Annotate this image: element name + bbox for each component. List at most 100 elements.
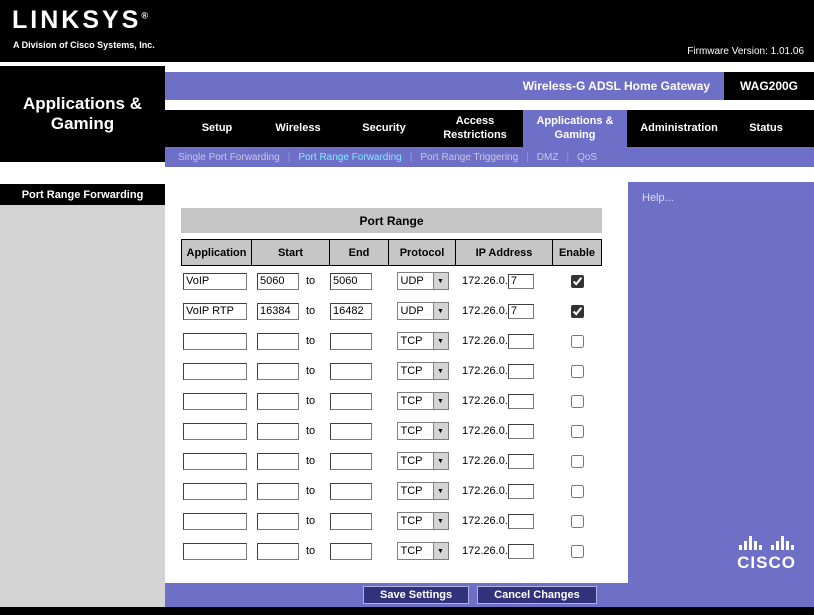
linksys-logo: LINKSYS®	[12, 6, 148, 35]
chevron-down-icon[interactable]: ▼	[433, 483, 448, 499]
ip-prefix-label: 172.26.0.	[462, 455, 508, 467]
save-settings-button[interactable]: Save Settings	[363, 586, 469, 604]
enable-checkbox[interactable]	[571, 485, 584, 498]
ip-suffix-input[interactable]	[508, 394, 534, 409]
application-input[interactable]	[183, 513, 247, 530]
tab-setup[interactable]: Setup	[179, 110, 255, 147]
enable-checkbox[interactable]	[571, 395, 584, 408]
ip-prefix-label: 172.26.0.	[462, 425, 508, 437]
protocol-select[interactable]: TCP ▼	[397, 392, 449, 410]
subtab-single-port-forwarding[interactable]: Single Port Forwarding	[178, 152, 280, 163]
end-port-input[interactable]	[330, 303, 372, 320]
cancel-changes-button[interactable]: Cancel Changes	[477, 586, 597, 604]
protocol-select[interactable]: UDP ▼	[397, 272, 449, 290]
end-port-input[interactable]	[330, 363, 372, 380]
to-label: to	[306, 275, 315, 287]
ip-suffix-input[interactable]	[508, 514, 534, 529]
ip-suffix-input[interactable]	[508, 484, 534, 499]
start-port-input[interactable]	[257, 303, 299, 320]
left-sidebar	[0, 205, 165, 607]
end-port-input[interactable]	[330, 513, 372, 530]
end-port-input[interactable]	[330, 423, 372, 440]
chevron-down-icon[interactable]: ▼	[433, 393, 448, 409]
enable-checkbox[interactable]	[571, 515, 584, 528]
start-port-input[interactable]	[257, 483, 299, 500]
protocol-select[interactable]: UDP ▼	[397, 302, 449, 320]
subtab-qos[interactable]: QoS	[577, 152, 597, 163]
end-port-input[interactable]	[330, 333, 372, 350]
chevron-down-icon[interactable]: ▼	[433, 423, 448, 439]
protocol-select[interactable]: TCP ▼	[397, 422, 449, 440]
chevron-down-icon[interactable]: ▼	[433, 333, 448, 349]
end-port-input[interactable]	[330, 453, 372, 470]
enable-checkbox[interactable]	[571, 545, 584, 558]
help-link[interactable]: Help...	[642, 192, 674, 204]
start-port-input[interactable]	[257, 453, 299, 470]
ip-suffix-input[interactable]	[508, 454, 534, 469]
application-input[interactable]	[183, 483, 247, 500]
tab-access-restrictions[interactable]: Access Restrictions	[427, 110, 523, 147]
application-input[interactable]	[183, 423, 247, 440]
protocol-select[interactable]: TCP ▼	[397, 542, 449, 560]
top-header: LINKSYS® A Division of Cisco Systems, In…	[0, 0, 814, 62]
ip-prefix-label: 172.26.0.	[462, 485, 508, 497]
start-port-input[interactable]	[257, 393, 299, 410]
application-input[interactable]	[183, 543, 247, 560]
footer-bar: Save Settings Cancel Changes	[165, 583, 814, 607]
tab-administration[interactable]: Administration	[627, 110, 731, 147]
protocol-select[interactable]: TCP ▼	[397, 482, 449, 500]
enable-checkbox[interactable]	[571, 335, 584, 348]
ip-suffix-input[interactable]	[508, 544, 534, 559]
application-input[interactable]	[183, 453, 247, 470]
enable-checkbox[interactable]	[571, 425, 584, 438]
tab-status[interactable]: Status	[731, 110, 801, 147]
start-port-input[interactable]	[257, 333, 299, 350]
end-port-input[interactable]	[330, 393, 372, 410]
start-port-input[interactable]	[257, 363, 299, 380]
chevron-down-icon[interactable]: ▼	[433, 303, 448, 319]
end-port-input[interactable]	[330, 273, 372, 290]
chevron-down-icon[interactable]: ▼	[433, 513, 448, 529]
enable-checkbox[interactable]	[571, 305, 584, 318]
start-port-input[interactable]	[257, 543, 299, 560]
tab-applications-gaming[interactable]: Applications & Gaming	[523, 110, 627, 147]
ip-suffix-input[interactable]	[508, 364, 534, 379]
application-input[interactable]	[183, 393, 247, 410]
subtab-dmz[interactable]: DMZ	[537, 152, 559, 163]
subtab-port-range-triggering[interactable]: Port Range Triggering	[420, 152, 518, 163]
start-port-input[interactable]	[257, 273, 299, 290]
col-header-start: Start	[252, 239, 330, 266]
end-port-input[interactable]	[330, 543, 372, 560]
protocol-select[interactable]: TCP ▼	[397, 452, 449, 470]
enable-checkbox[interactable]	[571, 365, 584, 378]
tab-wireless[interactable]: Wireless	[255, 110, 341, 147]
tab-security[interactable]: Security	[341, 110, 427, 147]
chevron-down-icon[interactable]: ▼	[433, 543, 448, 559]
chevron-down-icon[interactable]: ▼	[433, 363, 448, 379]
application-input[interactable]	[183, 303, 247, 320]
table-row: to TCP ▼ 172.26.0.	[181, 386, 602, 416]
protocol-select[interactable]: TCP ▼	[397, 332, 449, 350]
enable-checkbox[interactable]	[571, 275, 584, 288]
ip-suffix-input[interactable]	[508, 424, 534, 439]
protocol-select[interactable]: TCP ▼	[397, 512, 449, 530]
table-row: to TCP ▼ 172.26.0.	[181, 416, 602, 446]
ip-suffix-input[interactable]	[508, 304, 534, 319]
chevron-down-icon[interactable]: ▼	[433, 453, 448, 469]
protocol-value: TCP	[398, 423, 433, 439]
table-row: to TCP ▼ 172.26.0.	[181, 446, 602, 476]
table-row: to TCP ▼ 172.26.0.	[181, 326, 602, 356]
application-input[interactable]	[183, 333, 247, 350]
application-input[interactable]	[183, 363, 247, 380]
protocol-value: UDP	[398, 273, 433, 289]
enable-checkbox[interactable]	[571, 455, 584, 468]
chevron-down-icon[interactable]: ▼	[433, 273, 448, 289]
ip-suffix-input[interactable]	[508, 274, 534, 289]
application-input[interactable]	[183, 273, 247, 290]
ip-suffix-input[interactable]	[508, 334, 534, 349]
end-port-input[interactable]	[330, 483, 372, 500]
start-port-input[interactable]	[257, 423, 299, 440]
start-port-input[interactable]	[257, 513, 299, 530]
subtab-port-range-forwarding[interactable]: Port Range Forwarding	[298, 152, 401, 163]
protocol-select[interactable]: TCP ▼	[397, 362, 449, 380]
